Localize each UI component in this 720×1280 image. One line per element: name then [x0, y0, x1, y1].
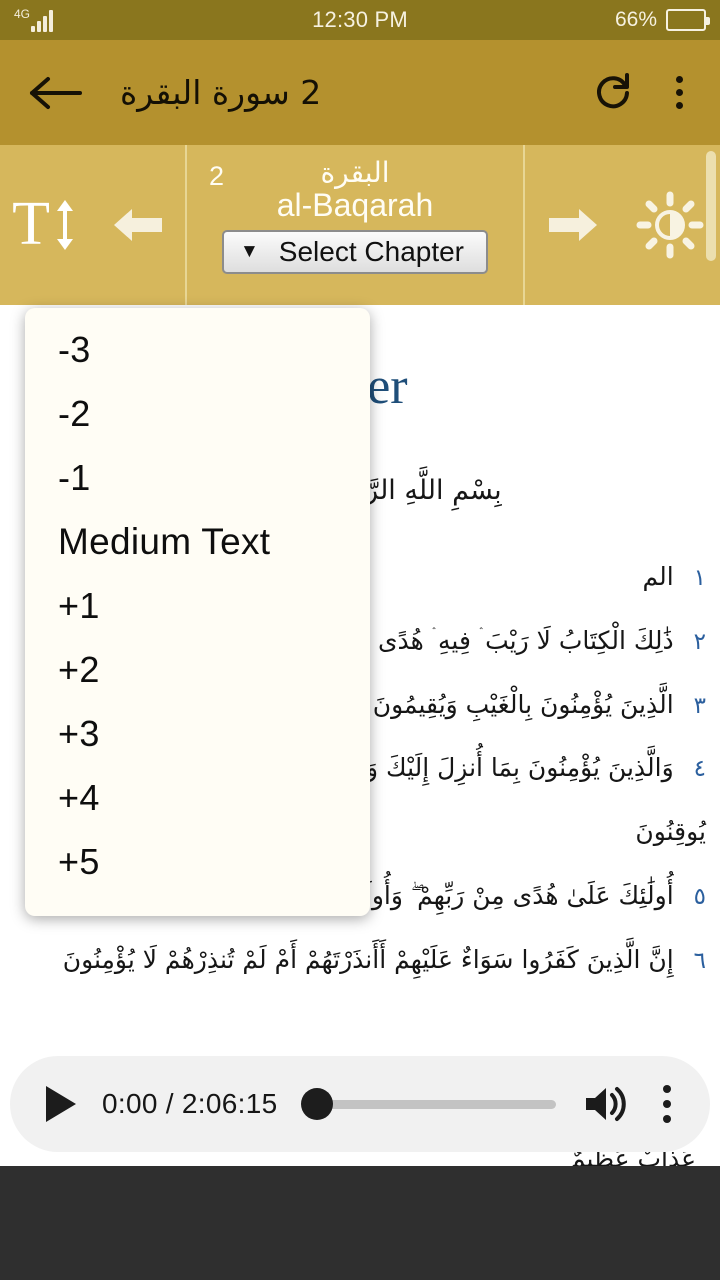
- system-navigation-bar: [0, 1166, 720, 1280]
- verse-text: الم: [642, 562, 674, 591]
- chapter-arabic-name: البقرة: [320, 156, 390, 189]
- network-type-label: 4G: [14, 7, 31, 21]
- battery-percent-label: 66%: [614, 8, 657, 31]
- app-screen: 4G 12:30 PM 66% 2 سورة البقرة T 2 البقرة…: [0, 0, 720, 1280]
- text-size-option-plus-5[interactable]: +5: [25, 830, 370, 894]
- reader-toolbar: T 2 البقرة al-Baqarah ▼ Select Chapter: [0, 145, 720, 305]
- verse-number: ٣: [693, 692, 706, 719]
- refresh-icon[interactable]: [590, 70, 636, 116]
- status-bar: 4G 12:30 PM 66%: [0, 0, 720, 40]
- app-bar: 2 سورة البقرة: [0, 40, 720, 145]
- verse-number: ٥: [693, 883, 706, 910]
- play-triangle-glyph: [46, 1086, 76, 1122]
- chevron-down-icon: ▼: [239, 241, 259, 263]
- verse-number: ١: [693, 565, 706, 591]
- text-size-menu: -3 -2 -1 Medium Text +1 +2 +3 +4 +5: [25, 308, 370, 916]
- toolbar-scroll-indicator[interactable]: [706, 151, 716, 261]
- audio-time-display: 0:00 / 2:06:15: [102, 1088, 278, 1119]
- verse-row[interactable]: ٦ إِنَّ الَّذِينَ كَفَرُوا سَوَاءٌ عَلَي…: [20, 928, 706, 992]
- verse-number: ٤: [693, 756, 706, 783]
- audio-seek-slider[interactable]: [301, 1081, 556, 1127]
- select-chapter-label: Select Chapter: [278, 235, 465, 267]
- text-size-option-plus-1[interactable]: +1: [25, 574, 370, 638]
- text-size-icon: T: [12, 193, 78, 255]
- battery-icon: [666, 9, 710, 31]
- back-arrow-icon[interactable]: [24, 62, 86, 124]
- chapter-number: 2: [209, 161, 225, 191]
- seek-track: [315, 1099, 556, 1109]
- verse-text: ذَٰلِكَ الْكِتَابُ لَا رَيْبَ ۛ فِيهِ ۛ …: [351, 625, 674, 655]
- text-size-option-medium[interactable]: Medium Text: [25, 510, 370, 574]
- volume-glyph: [586, 1087, 626, 1121]
- brightness-icon: [636, 191, 704, 259]
- select-chapter-dropdown[interactable]: ▼ Select Chapter: [221, 229, 489, 274]
- text-size-option--2[interactable]: -2: [25, 382, 370, 446]
- verse-number: ٦: [693, 947, 706, 974]
- updown-arrow-glyph: [56, 200, 73, 250]
- chapter-info[interactable]: 2 البقرة al-Baqarah ▼ Select Chapter: [185, 145, 525, 305]
- next-chapter-button[interactable]: [525, 145, 620, 305]
- text-size-option--3[interactable]: -3: [25, 318, 370, 382]
- brightness-button[interactable]: [620, 145, 720, 305]
- overflow-menu-icon[interactable]: [662, 70, 696, 116]
- audio-player: 0:00 / 2:06:15: [10, 1056, 710, 1152]
- verse-text: إِنَّ الَّذِينَ كَفَرُوا سَوَاءٌ عَلَيْه…: [62, 944, 674, 974]
- arrow-right-icon: [548, 209, 597, 241]
- verse-text: وَالَّذِينَ يُؤْمِنُونَ بِمَا أُنزِلَ إِ…: [365, 753, 674, 783]
- signal-strength-icon: [31, 10, 54, 32]
- volume-icon[interactable]: [580, 1080, 634, 1128]
- status-battery-group: 66%: [526, 8, 710, 32]
- status-clock: 12:30 PM: [312, 7, 408, 32]
- verse-text: الَّذِينَ يُؤْمِنُونَ بِالْغَيْبِ وَيُقِ…: [372, 689, 674, 719]
- verse-number: ٢: [693, 628, 706, 655]
- text-size-option-plus-2[interactable]: +2: [25, 638, 370, 702]
- verse-text: يُوقِنُونَ: [635, 817, 706, 846]
- clipped-verse-line: عَذَابٌ عَظِيمٌ: [570, 1152, 696, 1166]
- app-bar-actions: [590, 70, 696, 116]
- back-arrow-glyph: [30, 76, 82, 109]
- seek-thumb[interactable]: [301, 1088, 334, 1120]
- status-signal-group: 4G: [14, 8, 194, 32]
- page-title: 2 سورة البقرة: [120, 73, 322, 112]
- text-size-option--1[interactable]: -1: [25, 446, 370, 510]
- play-icon[interactable]: [38, 1081, 84, 1127]
- arrow-left-icon: [113, 209, 162, 241]
- refresh-glyph: [597, 72, 629, 108]
- previous-chapter-button[interactable]: [90, 145, 185, 305]
- text-size-button[interactable]: T: [0, 145, 90, 305]
- chapter-english-name: al-Baqarah: [276, 187, 434, 224]
- text-size-option-plus-4[interactable]: +4: [25, 766, 370, 830]
- text-size-option-plus-3[interactable]: +3: [25, 702, 370, 766]
- player-overflow-icon[interactable]: [652, 1080, 682, 1128]
